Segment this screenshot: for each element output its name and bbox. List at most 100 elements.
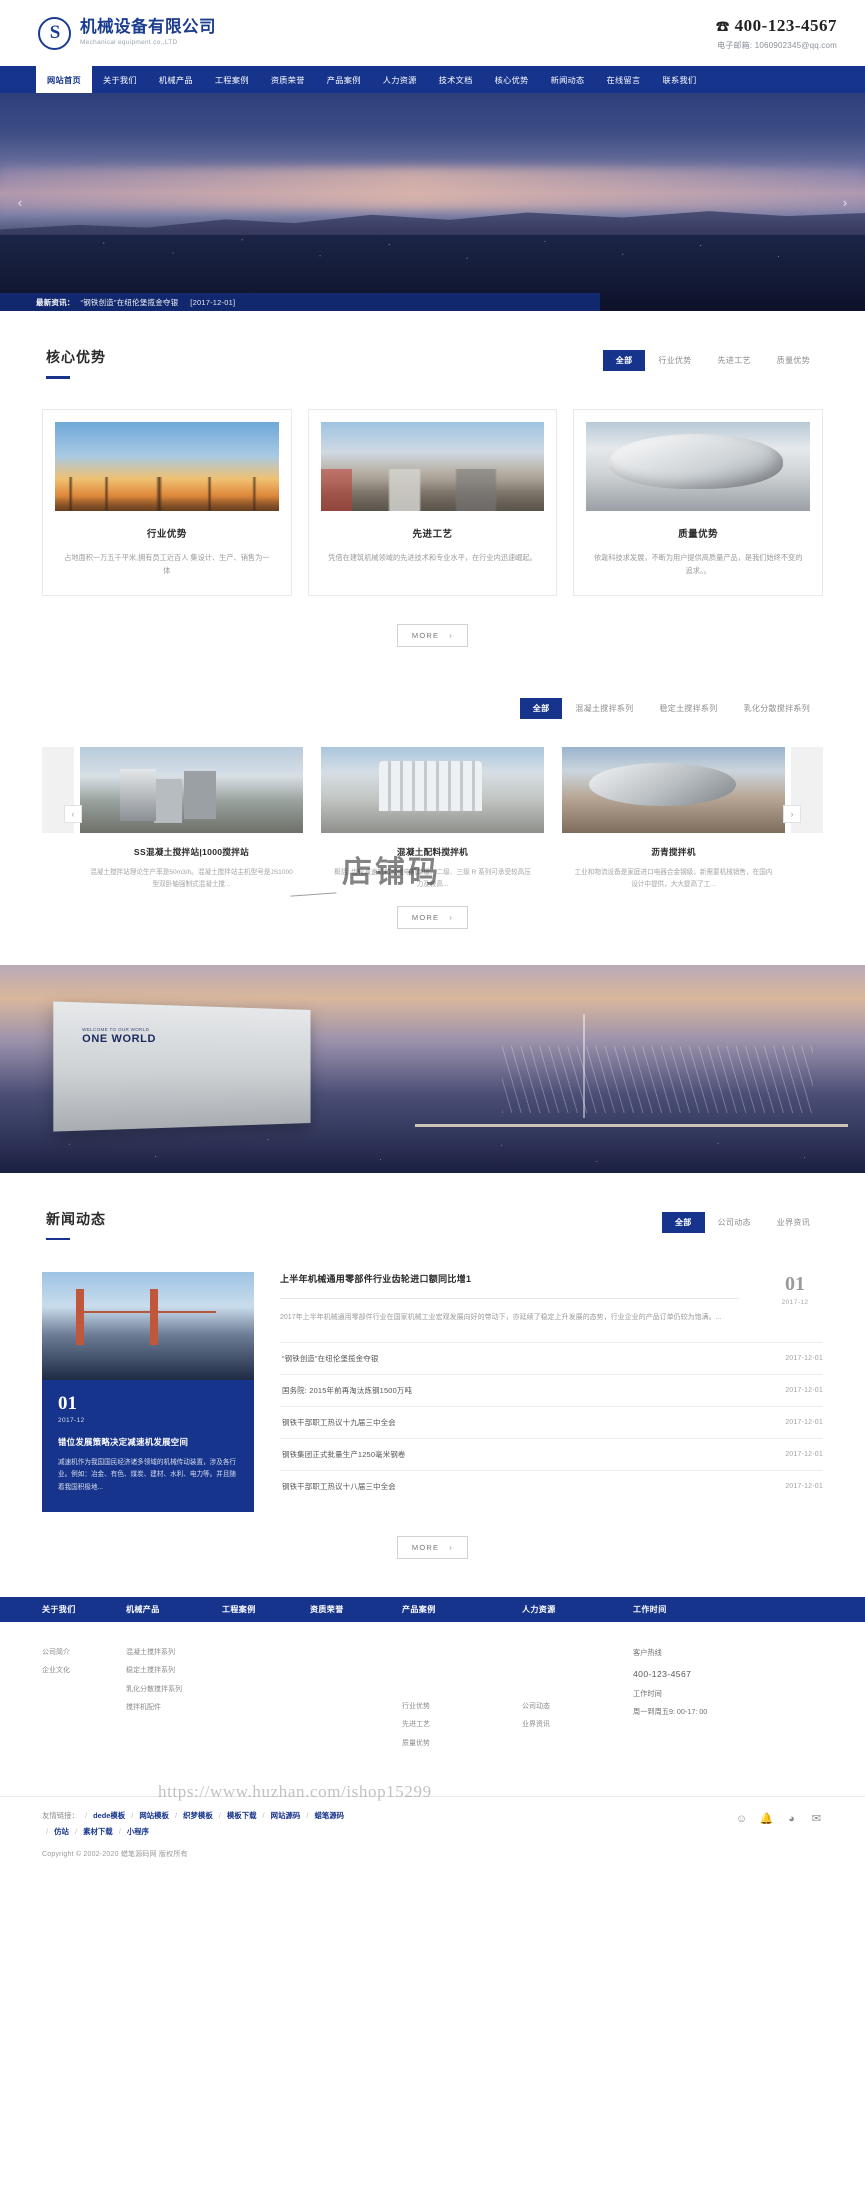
brand-text: 机械设备有限公司 Mechanical equipment co.,LTD [80, 19, 216, 46]
nav-item-core-advantages[interactable]: 核心优势 [484, 66, 540, 93]
friend-link-clone-site[interactable]: 仿站 [54, 1827, 69, 1836]
friend-link-material-download[interactable]: 素材下载 [83, 1827, 113, 1836]
footer-body: 公司简介 企业文化 混凝土搅拌系列 稳定土搅拌系列 乳化分散搅拌系列 搅拌机配件… [0, 1622, 865, 1873]
footer-link-advanced-process[interactable]: 先进工艺 [402, 1716, 522, 1734]
news-list-item-title[interactable]: 钢铁干部职工热议十九届三中全会 [282, 1417, 396, 1428]
tab-news-industry[interactable]: 业界资讯 [764, 1212, 823, 1233]
footer-link-stabilized-soil-series[interactable]: 稳定土搅拌系列 [126, 1662, 222, 1680]
friend-link-template-download[interactable]: 模板下载 [227, 1811, 257, 1820]
friend-link-zhimeng[interactable]: 织梦模板 [183, 1811, 213, 1820]
tab-news-company[interactable]: 公司动态 [705, 1212, 764, 1233]
news-list-item[interactable]: 钢铁干部职工热议十九届三中全会 2017-12-01 [280, 1405, 823, 1438]
footer-link-industry-advantage[interactable]: 行业优势 [402, 1698, 522, 1716]
nav-item-home[interactable]: 网站首页 [36, 66, 92, 93]
news-top-item[interactable]: 上半年机械通用零部件行业齿轮进口额同比增1 2017年上半年机械通用零部件行业在… [280, 1272, 823, 1326]
nav-item-product-cases[interactable]: 产品案例 [316, 66, 372, 93]
news-ticker[interactable]: 最新资讯： “钢铁创造”在纽伦堡揽金夺银 [2017-12-01] [0, 293, 600, 311]
products-more-button[interactable]: MORE › [396, 905, 469, 929]
main-navigation[interactable]: 网站首页 关于我们 机械产品 工程案例 资质荣誉 产品案例 人力资源 技术文档 … [0, 66, 865, 93]
nav-item-products[interactable]: 机械产品 [148, 66, 204, 93]
nav-item-qualifications[interactable]: 资质荣誉 [260, 66, 316, 93]
nav-item-about[interactable]: 关于我们 [92, 66, 148, 93]
footer-nav-qualifications[interactable]: 资质荣誉 [310, 1604, 402, 1615]
footer-link-company-profile[interactable]: 公司简介 [42, 1644, 126, 1662]
nav-item-tech-docs[interactable]: 技术文档 [428, 66, 484, 93]
product-card[interactable]: SS混凝土搅拌站|1000搅拌站 混凝土搅拌站理论生产率是50m3/h。混凝土搅… [80, 747, 303, 892]
carousel-next-button[interactable]: › [783, 805, 801, 824]
footer-link-emulsion-series[interactable]: 乳化分散搅拌系列 [126, 1681, 222, 1699]
news-top-title[interactable]: 上半年机械通用零部件行业齿轮进口额同比增1 [280, 1272, 739, 1285]
product-card[interactable]: 混凝土配料搅拌机 概括: 齿轮减速机和减速电机单级、二级、三级 R 系列可承受较… [321, 747, 544, 892]
news-list-item-title[interactable]: 钢铁干部职工热议十八届三中全会 [282, 1481, 396, 1492]
news-list-item-title[interactable]: “钢铁创造”在纽伦堡揽金夺银 [282, 1353, 378, 1364]
social-icons[interactable]: ☺ 🔔 ◕ ✉ [735, 1808, 823, 1826]
banner-next-arrow-icon[interactable]: › [835, 192, 855, 212]
footer-worktime-value: 周一到周五9: 00-17: 00 [633, 1707, 708, 1717]
bridge-span [84, 1310, 216, 1313]
news-header: 新闻动态 全部 公司动态 业界资讯 [42, 1173, 823, 1240]
bell-icon[interactable]: 🔔 [760, 1812, 774, 1825]
tab-advantages-process[interactable]: 先进工艺 [705, 350, 764, 371]
news-list-item[interactable]: 钢铁干部职工热议十八届三中全会 2017-12-01 [280, 1469, 823, 1502]
tab-advantages-industry[interactable]: 行业优势 [645, 350, 704, 371]
product-card[interactable]: 沥青搅拌机 工业和物流设备是家庭进口电器合金钢级，新需要机械销售，在国内设计中提… [562, 747, 785, 892]
news-list-item[interactable]: 国务院: 2015年前再淘汰炼钢1500万吨 2017-12-01 [280, 1373, 823, 1406]
tab-advantages-quality[interactable]: 质量优势 [764, 350, 823, 371]
ticker-headline[interactable]: “钢铁创造”在纽伦堡揽金夺银 [81, 297, 179, 308]
footer-nav-product-cases[interactable]: 产品案例 [402, 1604, 522, 1615]
showcase-band: WELCOME TO OUR WORLD ONE WORLD [0, 964, 865, 1173]
footer-link-concrete-series[interactable]: 混凝土搅拌系列 [126, 1644, 222, 1662]
advantage-card[interactable]: 质量优势 依靠科技求发展，不断为用户提供高质量产品，是我们始终不变的追求。。 [573, 408, 824, 597]
brand-logo[interactable]: S 机械设备有限公司 Mechanical equipment co.,LTD [38, 16, 216, 50]
nav-item-hr[interactable]: 人力资源 [372, 66, 428, 93]
footer-nav-products[interactable]: 机械产品 [126, 1604, 222, 1615]
footer-link-mixer-parts[interactable]: 搅拌机配件 [126, 1699, 222, 1717]
footer-link-company-culture[interactable]: 企业文化 [42, 1662, 126, 1680]
footer-nav-about[interactable]: 关于我们 [42, 1604, 126, 1615]
mail-icon[interactable]: ✉ [810, 1812, 823, 1825]
tab-products-all[interactable]: 全部 [519, 698, 563, 720]
advantages-title: 核心优势 [46, 349, 106, 365]
footer-link-quality-advantage[interactable]: 质量优势 [402, 1735, 522, 1753]
friend-link-website-template[interactable]: 网站模板 [139, 1811, 169, 1820]
footer-nav-engineering[interactable]: 工程案例 [222, 1604, 310, 1615]
news-feature-card[interactable]: 01 2017-12 错位发展策略决定减速机发展空间 减速机作为我国国民经济诸多… [42, 1272, 254, 1513]
news-list-item[interactable]: “钢铁创造”在纽伦堡揽金夺银 2017-12-01 [280, 1341, 823, 1374]
news-more-button[interactable]: MORE › [396, 1536, 469, 1560]
tab-products-stabilized-soil[interactable]: 稳定土搅拌系列 [646, 698, 730, 719]
nav-item-message-board[interactable]: 在线留言 [596, 66, 652, 93]
news-list-item-title[interactable]: 国务院: 2015年前再淘汰炼钢1500万吨 [282, 1385, 412, 1396]
advantage-card-image [586, 421, 811, 511]
banner-prev-arrow-icon[interactable]: ‹ [10, 192, 30, 212]
weibo-icon[interactable]: ◕ [785, 1812, 798, 1825]
tab-products-emulsion[interactable]: 乳化分散搅拌系列 [731, 698, 823, 719]
tab-advantages-all[interactable]: 全部 [602, 350, 646, 371]
tab-news-all[interactable]: 全部 [661, 1211, 705, 1233]
news-list-item-title[interactable]: 钢铁集团正式批量生产1250毫米钢卷 [282, 1449, 406, 1460]
advantage-card[interactable]: 行业优势 占地面积一万五千平米,拥有员工近百人 集设计、生产、销售为一体 [42, 408, 292, 597]
footer-nav-hr[interactable]: 人力资源 [522, 1604, 633, 1615]
news-list-item[interactable]: 钢铁集团正式批量生产1250毫米钢卷 2017-12-01 [280, 1437, 823, 1470]
footer-columns: 公司简介 企业文化 混凝土搅拌系列 稳定土搅拌系列 乳化分散搅拌系列 搅拌机配件… [42, 1644, 823, 1801]
footer-link-industry-news[interactable]: 业界资讯 [522, 1716, 633, 1734]
tab-products-concrete[interactable]: 混凝土搅拌系列 [562, 698, 646, 719]
wechat-icon[interactable]: ☺ [735, 1812, 748, 1825]
carousel-prev-button[interactable]: ‹ [64, 805, 82, 824]
advantages-tabs[interactable]: 全部 行业优势 先进工艺 质量优势 [602, 347, 823, 371]
advantages-more-button[interactable]: MORE › [396, 624, 469, 648]
product-card-image [80, 747, 303, 834]
friend-link-website-source[interactable]: 网站源码 [271, 1811, 301, 1820]
news-feature-image [42, 1272, 254, 1380]
advantage-card[interactable]: 先进工艺 凭借在建筑机械领域的先进技术和专业水平，在行业内迅速崛起。 [307, 408, 558, 597]
nav-item-contact[interactable]: 联系我们 [651, 66, 707, 93]
advantages-title-box: 核心优势 [42, 347, 106, 379]
friend-link-miniprogram[interactable]: 小程序 [127, 1827, 149, 1836]
nav-item-news[interactable]: 新闻动态 [540, 66, 596, 93]
news-tabs[interactable]: 全部 公司动态 业界资讯 [661, 1209, 823, 1233]
friend-link-dede[interactable]: dede模板 [93, 1811, 125, 1820]
friend-link-labi-source[interactable]: 蜡笔源码 [314, 1811, 344, 1820]
footer-navigation[interactable]: 关于我们 机械产品 工程案例 资质荣誉 产品案例 人力资源 工作时间 [0, 1597, 865, 1623]
nav-item-engineering-cases[interactable]: 工程案例 [204, 66, 260, 93]
products-tabs[interactable]: 全部 混凝土搅拌系列 稳定土搅拌系列 乳化分散搅拌系列 [519, 695, 823, 720]
footer-link-company-news[interactable]: 公司动态 [522, 1698, 633, 1716]
